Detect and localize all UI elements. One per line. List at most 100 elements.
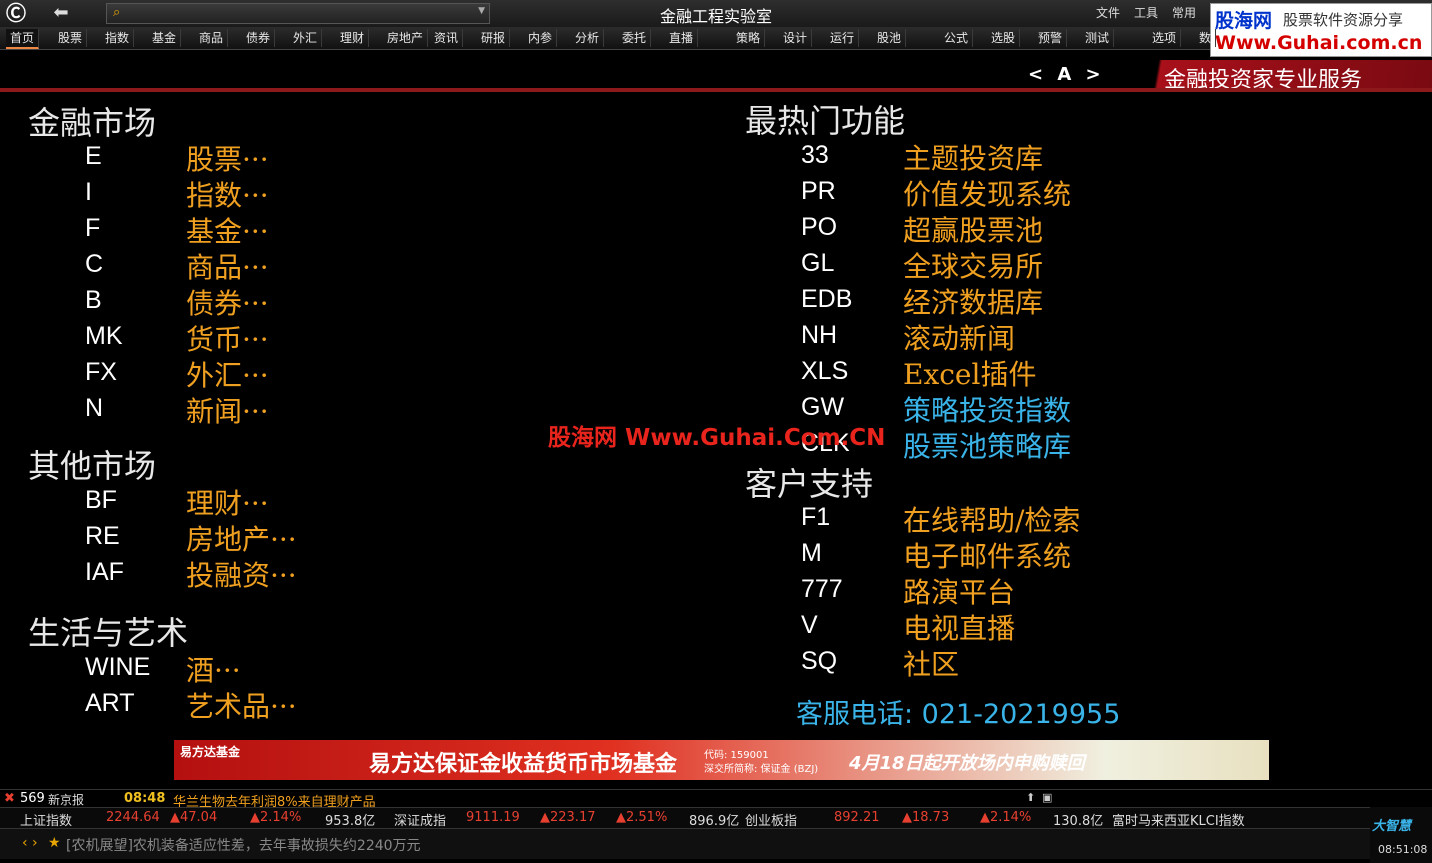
code-nh[interactable]: NH: [801, 321, 837, 350]
search-box[interactable]: ⌕ ▼: [106, 3, 490, 24]
expand-icon[interactable]: ▣: [1042, 791, 1052, 804]
menu-item-bond[interactable]: 债券···: [186, 282, 269, 322]
menu-item-realestate[interactable]: 房地产···: [186, 518, 297, 558]
code-v[interactable]: V: [801, 611, 818, 640]
tab-design[interactable]: 设计: [779, 29, 813, 47]
menu-item-wine[interactable]: 酒···: [186, 649, 241, 689]
code-mk[interactable]: MK: [85, 322, 123, 351]
menu-item-online-help[interactable]: 在线帮助/检索: [903, 499, 1080, 539]
code-xls[interactable]: XLS: [801, 357, 848, 386]
index-name[interactable]: 创业板指: [745, 810, 797, 829]
menu-item-commodity[interactable]: 商品···: [186, 246, 269, 286]
bottom-news-bar[interactable]: ‹ › ★ [农机展望]农机装备适应性差，去年事故损失约2240万元: [0, 828, 1370, 859]
tab-strategy[interactable]: 策略: [732, 29, 766, 47]
menu-item-tv-live[interactable]: 电视直播: [903, 607, 1015, 647]
menu-item-rolling-news[interactable]: 滚动新闻: [903, 317, 1015, 357]
app-logo-icon[interactable]: Ⓒ: [6, 2, 36, 24]
ad-banner[interactable]: 易方达基金 易方达保证金收益货币市场基金 代码: 159001 深交所简称: 保…: [174, 740, 1269, 780]
tab-test[interactable]: 测试: [1081, 29, 1115, 47]
tab-select[interactable]: 选股: [987, 29, 1021, 47]
menu-item-news[interactable]: 新闻···: [186, 390, 269, 430]
menu-item-strategy-index[interactable]: 策略投资指数: [903, 389, 1071, 429]
tab-live[interactable]: 直播: [665, 29, 699, 47]
bottom-news-text[interactable]: [农机展望]农机装备适应性差，去年事故损失约2240万元: [66, 835, 421, 855]
tab-home[interactable]: 首页: [6, 29, 40, 49]
code-bf[interactable]: BF: [85, 486, 117, 515]
dropdown-arrow-icon[interactable]: ▼: [478, 6, 485, 16]
menu-item-wealth[interactable]: 理财···: [186, 482, 269, 522]
code-edb[interactable]: EDB: [801, 285, 852, 314]
tab-stock[interactable]: 股票: [54, 29, 88, 47]
code-777[interactable]: 777: [801, 575, 843, 604]
tab-info[interactable]: 资讯: [430, 29, 464, 47]
menu-item-index[interactable]: 指数···: [186, 174, 269, 214]
menu-item-email[interactable]: 电子邮件系统: [903, 535, 1071, 575]
code-33[interactable]: 33: [801, 141, 829, 170]
code-n[interactable]: N: [85, 394, 103, 423]
index-strip[interactable]: 上证指数 2244.64 ▲47.04 ▲2.14% 953.8亿 深证成指 9…: [0, 807, 1370, 829]
tab-internal[interactable]: 内参: [524, 29, 558, 47]
menu-file[interactable]: 文件: [1096, 4, 1120, 21]
code-gl[interactable]: GL: [801, 249, 834, 278]
menu-item-theme-library[interactable]: 主题投资库: [903, 137, 1043, 177]
tab-alert[interactable]: 预警: [1034, 29, 1068, 47]
star-icon[interactable]: ★: [48, 835, 61, 851]
tab-index[interactable]: 指数: [101, 29, 135, 47]
prev-next-icon[interactable]: ‹ ›: [22, 835, 38, 851]
menu-item-economic-db[interactable]: 经济数据库: [903, 281, 1043, 321]
tab-bond[interactable]: 债券: [242, 29, 276, 47]
code-m[interactable]: M: [801, 539, 822, 568]
search-input[interactable]: [131, 4, 465, 23]
menu-item-community[interactable]: 社区: [903, 643, 959, 683]
tab-commodity[interactable]: 商品: [195, 29, 229, 47]
menu-item-roadshow[interactable]: 路演平台: [903, 571, 1015, 611]
tab-order[interactable]: 委托: [618, 29, 652, 47]
menu-tools[interactable]: 工具: [1134, 4, 1158, 21]
menu-item-stock[interactable]: 股票···: [186, 138, 269, 178]
close-icon[interactable]: ✖: [4, 791, 15, 806]
menu-item-art[interactable]: 艺术品···: [186, 685, 297, 725]
tab-run[interactable]: 运行: [826, 29, 860, 47]
tab-analysis[interactable]: 分析: [571, 29, 605, 47]
news-ticker[interactable]: ✖ 569 新京报 08:48 华兰生物去年利润8%来自理财产品 ⬆ ▣: [0, 789, 1432, 810]
index-name[interactable]: 深证成指: [394, 810, 446, 829]
code-f1[interactable]: F1: [801, 503, 830, 532]
tab-options[interactable]: 选项: [1148, 29, 1182, 47]
code-po[interactable]: PO: [801, 213, 837, 242]
code-iaf[interactable]: IAF: [85, 558, 124, 587]
tab-pool[interactable]: 股池: [873, 29, 907, 47]
tab-data[interactable]: 数: [1195, 29, 1217, 47]
tab-formula[interactable]: 公式: [940, 29, 974, 47]
code-b[interactable]: B: [85, 286, 102, 315]
code-fx[interactable]: FX: [85, 358, 117, 387]
menu-item-forex[interactable]: 外汇···: [186, 354, 269, 394]
menu-item-excel-plugin[interactable]: Excel插件: [903, 353, 1036, 393]
index-name[interactable]: 上证指数: [20, 810, 72, 829]
tab-realestate[interactable]: 房地产: [383, 29, 429, 47]
back-arrow-icon[interactable]: ⬅: [48, 2, 74, 24]
menu-common[interactable]: 常用: [1172, 4, 1196, 21]
menu-item-fund[interactable]: 基金···: [186, 210, 269, 250]
code-e[interactable]: E: [85, 142, 102, 171]
code-i[interactable]: I: [85, 178, 92, 207]
tab-research[interactable]: 研报: [477, 29, 511, 47]
menu-item-global-exchanges[interactable]: 全球交易所: [903, 245, 1043, 285]
menu-item-pool-strategy[interactable]: 股票池策略库: [903, 425, 1071, 465]
code-pr[interactable]: PR: [801, 177, 836, 206]
tab-fund[interactable]: 基金: [148, 29, 182, 47]
code-c[interactable]: C: [85, 250, 103, 279]
code-re[interactable]: RE: [85, 522, 120, 551]
menu-item-value-discovery[interactable]: 价值发现系统: [903, 173, 1071, 213]
scroll-up-icon[interactable]: ⬆: [1026, 791, 1035, 804]
code-art[interactable]: ART: [85, 689, 135, 718]
menu-item-stock-pool[interactable]: 超赢股票池: [903, 209, 1043, 249]
index-name[interactable]: 富时马来西亚KLCI指数: [1112, 810, 1245, 829]
code-wine[interactable]: WINE: [85, 653, 150, 682]
tab-forex[interactable]: 外汇: [289, 29, 323, 47]
code-sq[interactable]: SQ: [801, 647, 837, 676]
code-f[interactable]: F: [85, 214, 100, 243]
tab-wealth[interactable]: 理财: [336, 29, 370, 47]
page-nav[interactable]: < A >: [1028, 64, 1105, 85]
menu-item-investment[interactable]: 投融资···: [186, 554, 297, 594]
menu-item-currency[interactable]: 货币···: [186, 318, 269, 358]
